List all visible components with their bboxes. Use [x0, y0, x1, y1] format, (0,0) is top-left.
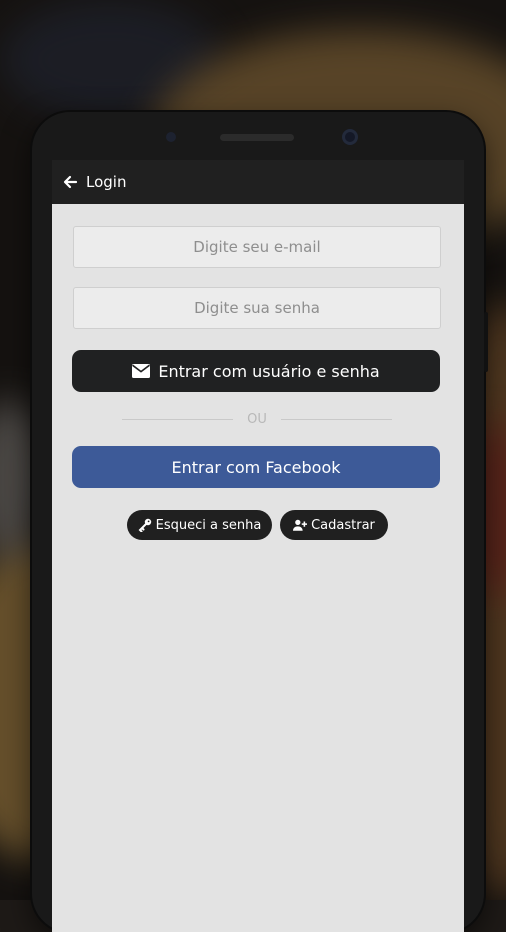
separator-line-left	[122, 418, 234, 420]
page-title: Login	[86, 173, 127, 191]
envelope-icon	[132, 364, 151, 378]
facebook-login-button[interactable]: Entrar com Facebook	[72, 446, 440, 488]
password-field[interactable]	[73, 287, 441, 329]
arrow-left-icon[interactable]	[62, 174, 78, 190]
front-camera	[342, 129, 358, 145]
facebook-button-label: Entrar com Facebook	[171, 457, 341, 477]
login-form: Entrar com usuário e senha OU Entrar com…	[52, 204, 464, 932]
forgot-password-button[interactable]: Esqueci a senha	[127, 510, 272, 540]
or-separator: OU	[122, 410, 392, 428]
app-bar: Login	[52, 160, 464, 204]
forgot-password-label: Esqueci a senha	[155, 517, 262, 533]
phone-speaker	[220, 134, 294, 141]
register-label: Cadastrar	[311, 517, 375, 533]
key-icon	[138, 518, 151, 532]
register-button[interactable]: Cadastrar	[280, 510, 388, 540]
separator-line-right	[280, 418, 392, 420]
phone-frame: Login Entrar com usuário e senha OU Entr…	[32, 112, 488, 932]
login-with-credentials-button[interactable]: Entrar com usuário e senha	[72, 350, 440, 392]
side-button	[484, 312, 488, 372]
login-button-label: Entrar com usuário e senha	[158, 361, 380, 381]
app-screen: Login Entrar com usuário e senha OU Entr…	[52, 160, 464, 932]
user-plus-icon	[293, 519, 308, 531]
email-field[interactable]	[73, 226, 441, 268]
separator-text: OU	[247, 411, 267, 427]
sensor-dot	[166, 132, 176, 142]
